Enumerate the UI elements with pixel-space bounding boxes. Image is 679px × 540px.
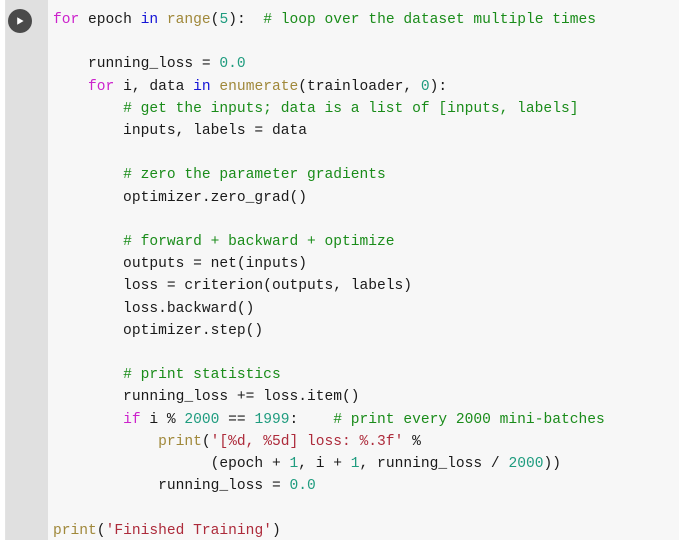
python-source-code[interactable]: for epoch in range (5): # loop over the d… [48,0,679,540]
code-line: # get the inputs; data is a list of [inp… [53,101,578,117]
code-token-num: 1 [350,456,360,473]
code-token-fn: print [53,522,97,539]
code-line: optimizer.step() [53,323,263,339]
code-token-com: # print statistics [123,367,281,384]
code-token-txt: optimizer.zero_grad() [53,189,307,206]
code-token-num: 1999 [254,411,290,428]
code-token-txt: ): [429,78,448,95]
code-line: for i, data in enumerate(trainloader, 0)… [53,79,447,95]
code-token-txt: , i + [298,456,351,473]
code-token-txt: % [403,433,421,450]
code-token-txt: i % [140,411,185,428]
code-line: for epoch in range(5): # loop over the d… [53,12,596,28]
code-token-str: 'Finished Training' [105,522,272,539]
code-token-txt: ( [201,433,211,450]
code-line: print('Finished Training') [53,523,281,539]
code-token-txt: ( [96,522,106,539]
code-line: # print statistics [53,367,281,383]
code-line: inputs, labels = data [53,123,307,139]
code-token-str: '[%d, %5d] loss: %.3f' [210,433,404,450]
code-token-txt: ): [228,12,264,28]
code-line: loss.backward() [53,301,254,317]
code-line: (epoch + 1, i + 1, running_loss / 2000)) [53,456,561,472]
code-line: running_loss = 0.0 [53,478,316,494]
code-token-txt: running_loss = [53,56,220,73]
code-token-kw: for [53,12,80,28]
code-token-fn: range [166,12,211,28]
code-token-txt: (trainloader, [298,78,421,95]
code-token-num: 0.0 [289,478,316,495]
code-token-txt: running_loss += loss.item() [53,389,360,406]
code-token-fn: print [158,433,202,450]
code-token-num: 5 [219,12,229,28]
notebook-code-cell: for epoch in range (5): # loop over the d… [0,0,679,540]
code-line: if i % 2000 == 1999: # print every 2000 … [53,412,605,428]
code-token-txt: ) [271,522,281,539]
run-cell-button[interactable] [8,9,32,33]
code-line: running_loss += loss.item() [53,389,360,406]
play-icon [14,15,26,27]
code-line: optimizer.zero_grad() [53,190,307,206]
code-line: print('[%d, %5d] loss: %.3f' % [53,434,421,450]
code-token-fn: enumerate [219,78,299,95]
code-token-txt: outputs = net(inputs) [53,256,307,273]
code-token-txt: (epoch + [53,456,290,473]
code-line: # zero the parameter gradients [53,167,386,183]
code-token-num: 2000 [508,456,544,473]
code-token-txt: i, data [114,78,194,95]
code-token-txt: epoch [79,12,141,28]
code-token-txt: )) [543,456,561,473]
code-token-txt: == [219,411,255,428]
code-token-com: # loop over the dataset multiple times [263,12,597,28]
code-token-com: # get the inputs; data is a list of [inp… [123,100,579,117]
code-token-num: 1 [289,456,299,473]
code-token-txt: optimizer.step() [53,322,264,339]
code-token-num: 0.0 [219,56,246,73]
code-token-op-kw: in [193,78,211,95]
code-token-txt: inputs, labels = data [53,123,307,140]
code-editor-surface[interactable]: for epoch in range (5): # loop over the d… [48,0,679,540]
code-token-op-kw: in [140,12,159,28]
code-token-com: # forward + backward + optimize [123,234,395,251]
code-line: outputs = net(inputs) [53,256,307,272]
code-line: loss = criterion(outputs, labels) [53,278,412,294]
code-token-kw: if [123,411,141,428]
code-token-num: 2000 [184,411,220,428]
code-token-txt: loss.backward() [53,300,255,317]
code-token-txt: , running_loss / [359,456,509,473]
code-token-num: 0 [420,78,430,95]
code-token-com: # print every 2000 mini-batches [333,411,605,428]
code-line: # forward + backward + optimize [53,234,395,250]
cell-gutter [6,0,48,540]
code-token-kw: for [88,78,115,95]
code-line: running_loss = 0.0 [53,56,246,72]
code-token-txt: : [289,411,334,428]
code-token-txt: running_loss = [53,478,290,495]
code-token-com: # zero the parameter gradients [123,167,386,184]
code-token-txt: loss = criterion(outputs, labels) [53,278,413,295]
